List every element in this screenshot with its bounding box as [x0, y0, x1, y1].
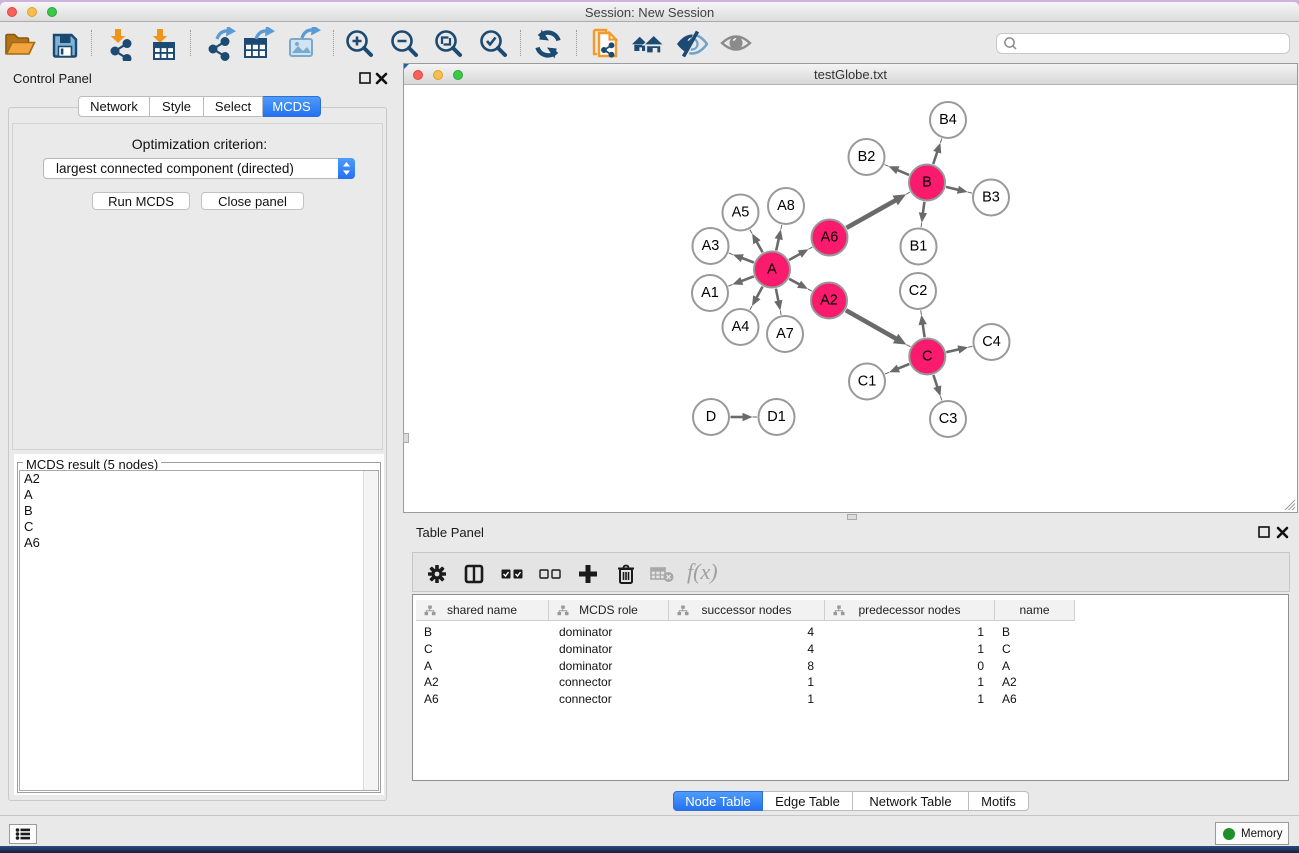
svg-text:B: B	[922, 175, 932, 191]
svg-text:A1: A1	[701, 285, 719, 301]
svg-text:B2: B2	[858, 149, 876, 165]
svg-text:A3: A3	[702, 238, 720, 254]
svg-text:A8: A8	[777, 198, 795, 214]
svg-text:C1: C1	[858, 374, 877, 390]
svg-text:A7: A7	[776, 326, 794, 342]
svg-text:B3: B3	[982, 190, 1000, 206]
svg-text:A5: A5	[732, 205, 750, 221]
svg-text:C2: C2	[909, 283, 928, 299]
svg-text:A6: A6	[821, 230, 839, 246]
svg-text:D: D	[706, 409, 716, 425]
svg-text:D1: D1	[767, 409, 786, 425]
svg-text:B1: B1	[910, 239, 928, 255]
svg-text:C3: C3	[939, 411, 958, 427]
svg-text:C: C	[922, 349, 932, 365]
svg-text:A2: A2	[820, 293, 838, 309]
svg-text:C4: C4	[982, 334, 1001, 350]
svg-text:B4: B4	[939, 112, 957, 128]
svg-text:A4: A4	[732, 319, 750, 335]
svg-text:A: A	[767, 262, 777, 278]
